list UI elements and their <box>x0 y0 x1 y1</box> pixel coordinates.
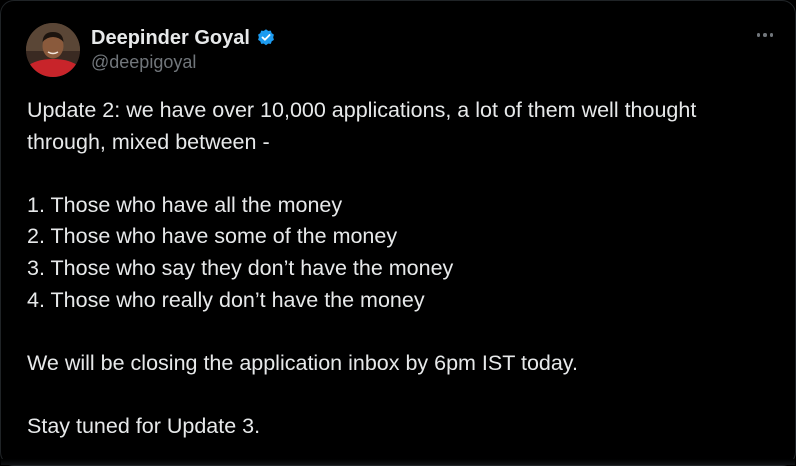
card-bottom-edge <box>1 459 795 465</box>
author-name-row: Deepinder Goyal <box>91 26 276 50</box>
more-horizontal-icon <box>756 33 761 37</box>
list-item: 3. Those who say they don’t have the mon… <box>27 255 454 280</box>
author-handle[interactable]: @deepigoyal <box>91 52 196 73</box>
tweet-card: Deepinder Goyal @deepigoyal Update 2: we… <box>0 0 796 466</box>
tweet-text-signoff: Stay tuned for Update 3. <box>27 413 261 438</box>
profile-photo-icon <box>26 23 80 77</box>
tweet-text-intro: Update 2: we have over 10,000 applicatio… <box>27 98 703 154</box>
verified-badge-icon <box>256 28 276 48</box>
author-display-name[interactable]: Deepinder Goyal <box>91 27 250 50</box>
more-options-button[interactable] <box>753 23 777 47</box>
avatar[interactable] <box>26 23 80 77</box>
more-horizontal-icon-dot <box>769 33 774 37</box>
list-item: 4. Those who really don’t have the money <box>27 287 425 312</box>
more-horizontal-icon-dot <box>763 33 767 37</box>
tweet-text: Update 2: we have over 10,000 applicatio… <box>27 95 777 443</box>
list-item: 1. Those who have all the money <box>27 192 343 217</box>
tweet-text-closing: We will be closing the application inbox… <box>27 350 578 375</box>
list-item: 2. Those who have some of the money <box>27 224 398 249</box>
